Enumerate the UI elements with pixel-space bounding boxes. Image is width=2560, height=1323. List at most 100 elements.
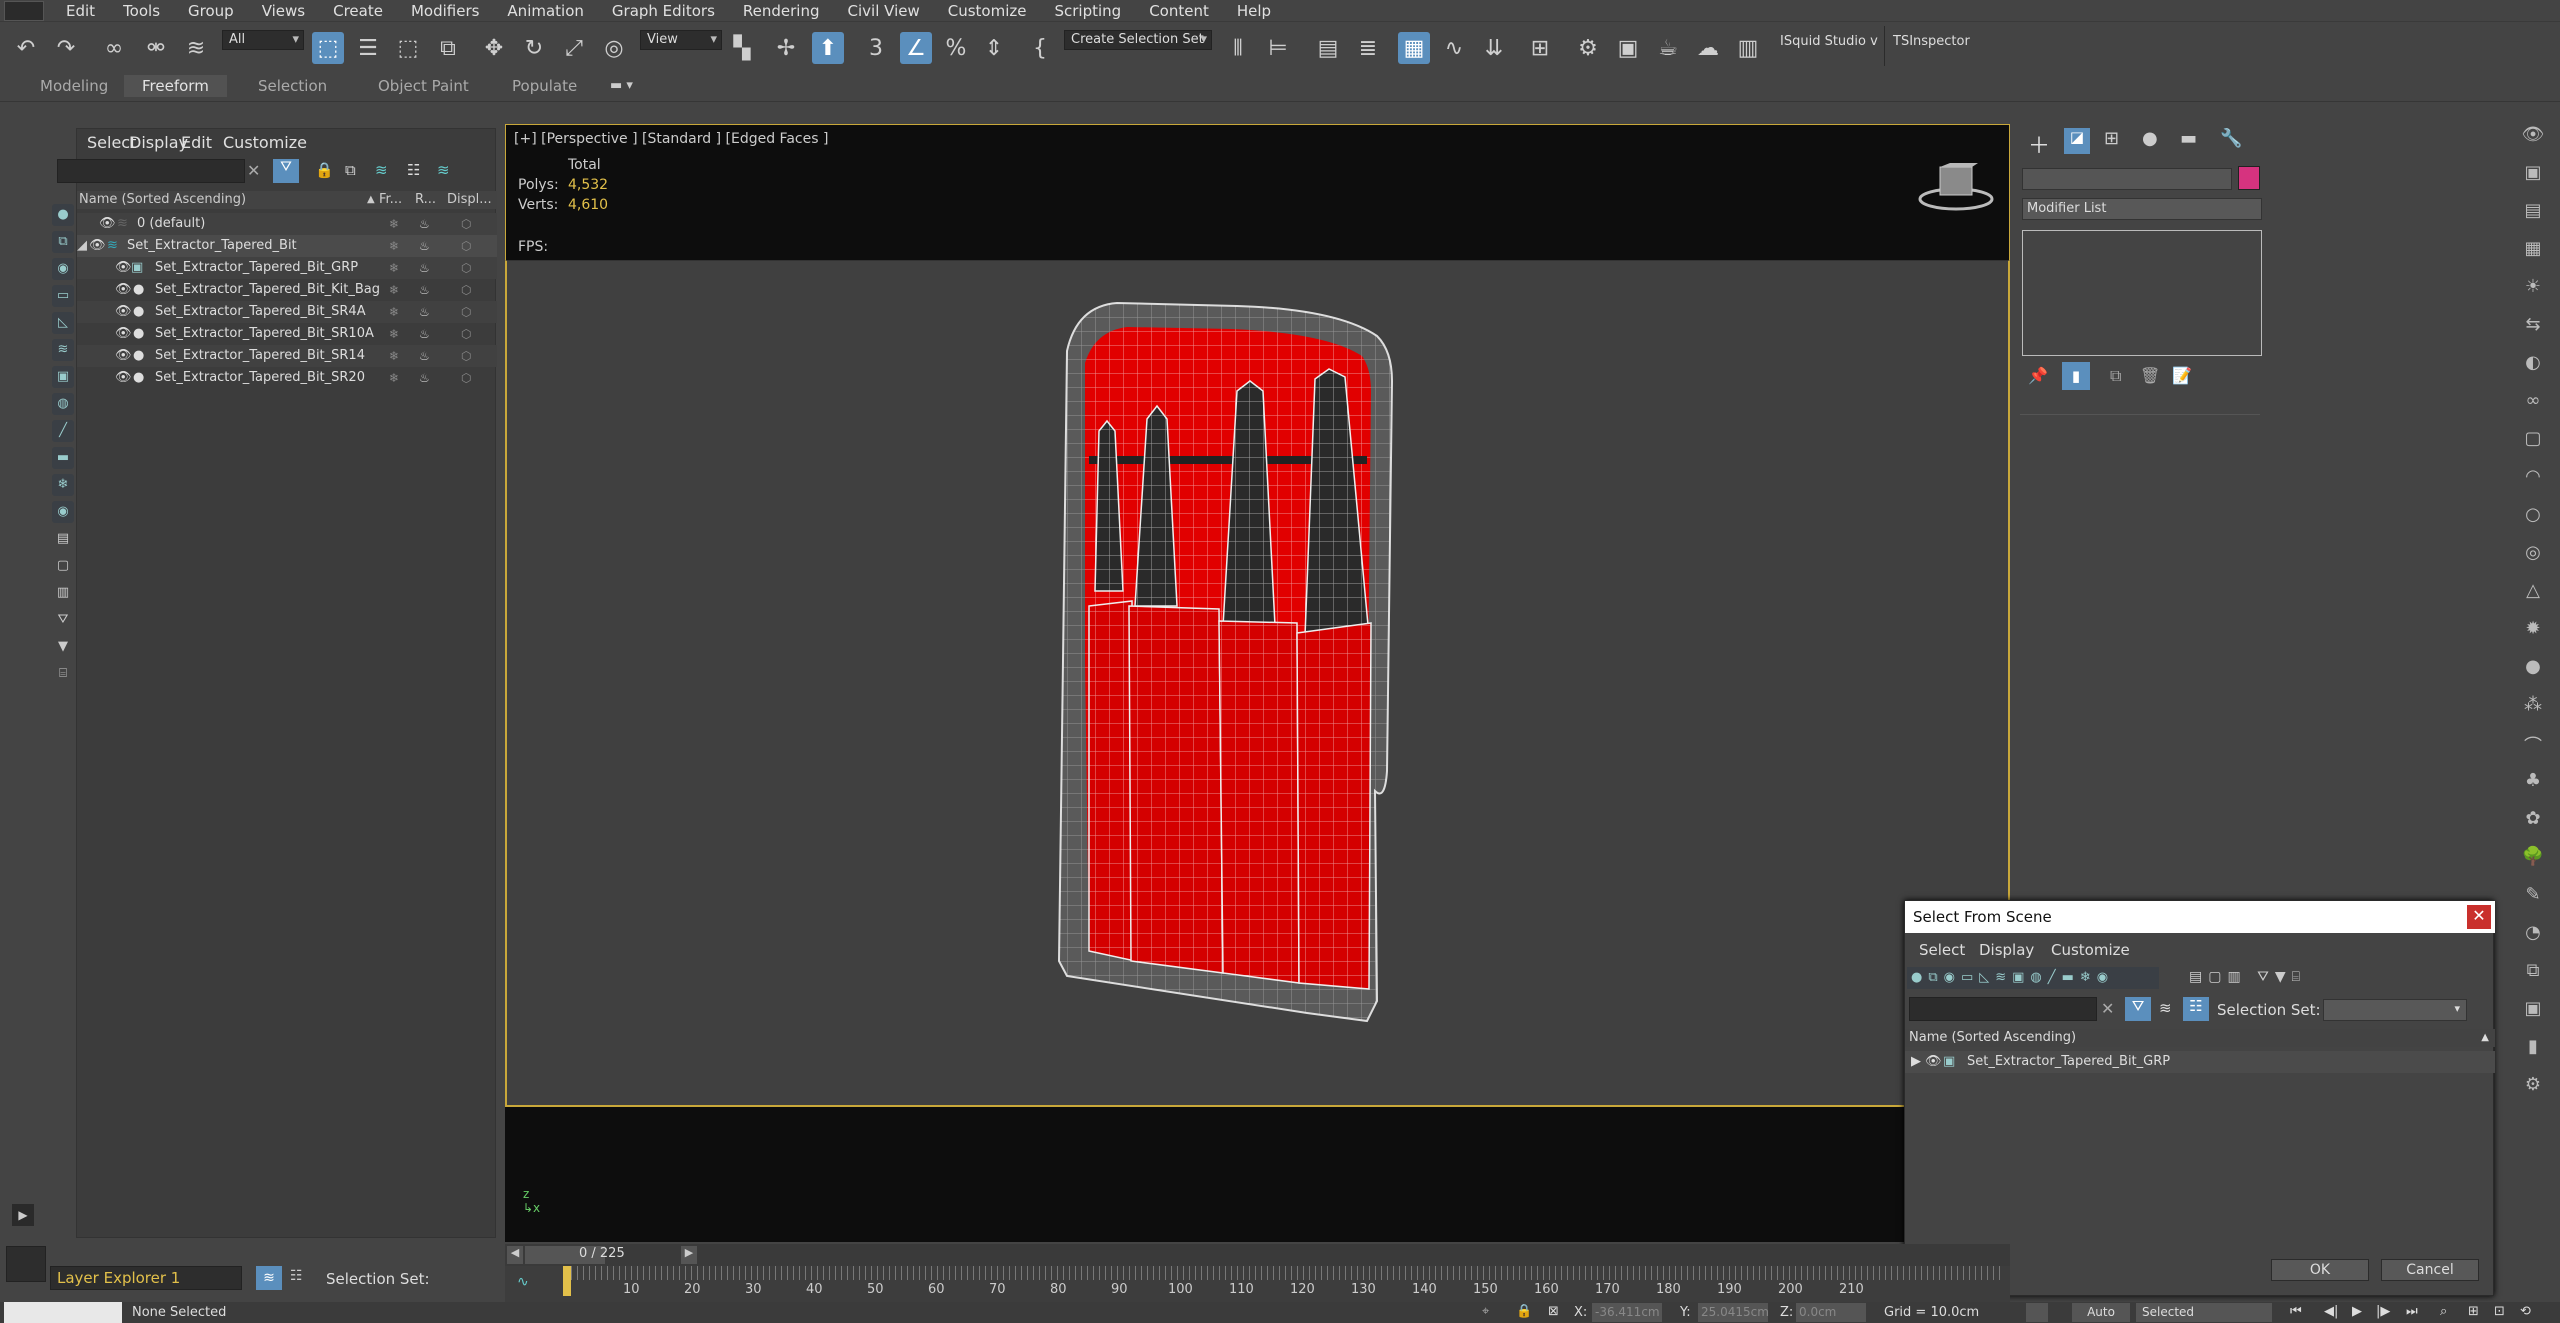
display-none-icon[interactable]: ▢ [52,555,74,577]
dialog-filter-icon[interactable]: ⛛ [2125,997,2151,1021]
set-key-icon[interactable] [2026,1303,2048,1322]
selection-lock-icon[interactable]: 🔒 [1516,1304,1532,1319]
tab-object-paint[interactable]: Object Paint [360,75,487,97]
bind-space-warp-icon[interactable]: ≋ [180,32,212,64]
visibility-eye-icon[interactable]: 👁 [99,213,116,235]
rectangular-selection-icon[interactable]: ⬚ [392,32,424,64]
menu-help[interactable]: Help [1223,2,1285,20]
show-end-result-icon[interactable]: ▮ [2062,362,2090,390]
menu-tools[interactable]: Tools [109,2,174,20]
render-teapot-icon[interactable]: ♨ [419,301,430,323]
viewcube-icon[interactable] [1916,163,1996,215]
render-production-icon[interactable]: ☕ [1652,32,1684,64]
stack-icon[interactable]: ⧉ [2520,960,2546,984]
modify-tab-icon[interactable]: ◪ [2064,128,2090,154]
table-icon[interactable]: ▦ [2520,238,2546,262]
find-case-icon[interactable]: ⌸ [52,663,74,685]
freeze-icon[interactable]: ❄ [389,301,399,323]
cancel-button[interactable]: Cancel [2381,1259,2479,1281]
scene-menu-display[interactable]: Display [129,133,188,152]
percent-snap-icon[interactable]: % [940,32,972,64]
visibility-eye-icon[interactable]: 👁 [89,235,106,257]
scatter-icon[interactable]: ⁂ [2520,694,2546,718]
tab-selection[interactable]: Selection [240,75,345,97]
create-tab-icon[interactable]: ＋ [2028,128,2050,160]
x-coordinate-field[interactable]: -36.411cm [1592,1303,1662,1322]
display-box-icon[interactable]: ⬡ [461,301,471,323]
key-filter-dropdown[interactable]: Selected [2136,1303,2272,1322]
sort-layers-icon[interactable]: ≋ [256,1266,282,1290]
column-frozen[interactable]: Fr... [379,191,402,209]
render-teapot-icon[interactable]: ♨ [419,367,430,389]
tab-freeform[interactable]: Freeform [124,75,227,97]
tab-populate[interactable]: Populate [494,75,595,97]
filter-toggle-icon[interactable]: ⛛ [273,159,299,183]
scale-icon[interactable]: ⤢ [558,32,590,64]
select-manipulate-icon[interactable]: ✢ [770,32,802,64]
render-teapot-icon[interactable]: ♨ [419,345,430,367]
menu-scripting[interactable]: Scripting [1040,2,1135,20]
light-icon[interactable]: ☀ [2520,276,2546,300]
display-lights-icon[interactable]: ◉ [52,258,74,280]
unlink-icon[interactable]: ⚮ [140,32,172,64]
expand-arrow-icon[interactable]: ▶ [1911,1051,1921,1073]
display-geometry-icon[interactable]: ● [52,204,74,226]
display-helpers-icon[interactable]: ◺ [52,312,74,334]
rotate-icon[interactable]: ↻ [518,32,550,64]
time-slider[interactable]: ◀ 0 / 225 ▶ [505,1244,2010,1266]
file-icon[interactable]: ▤ [2520,200,2546,224]
play-icon[interactable]: ▶ [2352,1304,2362,1319]
maxscript-listener-mini[interactable] [4,1302,122,1323]
scene-row[interactable]: 👁 ● Set_Extractor_Tapered_Bit_SR20 ❄ ♨ ⬡ [77,367,497,389]
layers-icon[interactable]: ≋ [375,161,388,179]
box-icon[interactable]: ▢ [2520,428,2546,452]
zoom-all-icon[interactable]: ⊞ [2468,1304,2479,1319]
freeze-icon[interactable]: ❄ [389,345,399,367]
previous-frame-icon[interactable]: ◀| [2324,1304,2338,1319]
display-tab-icon[interactable]: ▬ [2180,128,2197,149]
window-crossing-icon[interactable]: ⧉ [432,32,464,64]
app-logo[interactable] [4,0,44,21]
display-box-icon[interactable]: ⬡ [461,235,471,257]
freeze-icon[interactable]: ❄ [389,367,399,389]
dialog-search-input[interactable] [1909,997,2097,1021]
hierarchy-mode-icon[interactable]: ☷ [290,1268,303,1284]
link-icon[interactable]: ∞ [98,32,130,64]
dialog-menu-display[interactable]: Display [1979,941,2034,959]
clear-search-icon[interactable]: ✕ [247,161,260,180]
column-name[interactable]: Name (Sorted Ascending) [79,191,246,209]
render-teapot-icon[interactable]: ♨ [419,257,430,279]
align-icon[interactable]: ⊨ [1262,32,1294,64]
cone-icon[interactable]: △ [2520,580,2546,604]
y-coordinate-field[interactable]: 25.0415cm [1698,1303,1769,1322]
menu-views[interactable]: Views [248,2,319,20]
keyboard-shortcut-toggle-icon[interactable]: ⬆ [812,32,844,64]
dialog-hierarchy-icon[interactable]: ☷ [2183,997,2209,1021]
render-teapot-icon[interactable]: ♨ [419,213,430,235]
auto-key-button[interactable]: Auto [2072,1303,2130,1322]
close-icon[interactable]: ✕ [2467,905,2491,929]
tree-icon[interactable]: ♣ [2520,770,2546,794]
hierarchy-tab-icon[interactable]: ⊞ [2104,128,2119,149]
freeze-icon[interactable]: ❄ [389,323,399,345]
schematic-view-icon[interactable]: ⇊ [1478,32,1510,64]
render-teapot-icon[interactable]: ♨ [419,279,430,301]
mirror-icon[interactable]: ⫴ [1222,32,1254,64]
scene-row[interactable]: 👁 ● Set_Extractor_Tapered_Bit_SR14 ❄ ♨ ⬡ [77,345,497,367]
visibility-eye-icon[interactable]: 👁 [115,323,132,345]
visibility-eye-icon[interactable]: 👁 [115,367,132,389]
layer-explorer-icon[interactable]: ≣ [1352,32,1384,64]
column-display[interactable]: Displ... [447,191,492,209]
circle-icon[interactable]: ○ [2520,504,2546,528]
scene-menu-edit[interactable]: Edit [181,133,212,152]
object-name-input[interactable] [2022,168,2232,190]
orbit-icon[interactable]: ⟲ [2520,1304,2531,1319]
filter-selected-icon[interactable]: ▼ [52,636,74,658]
visibility-eye-icon[interactable]: 👁 [115,279,132,301]
motion-tab-icon[interactable]: ● [2142,128,2158,149]
redo-icon[interactable]: ↷ [50,32,82,64]
wireframe-model[interactable] [507,261,2008,1106]
ribbon-options-icon[interactable]: ▬ ▾ [610,78,633,93]
perspective-viewport[interactable] [505,260,2010,1107]
menu-edit[interactable]: Edit [52,2,109,20]
